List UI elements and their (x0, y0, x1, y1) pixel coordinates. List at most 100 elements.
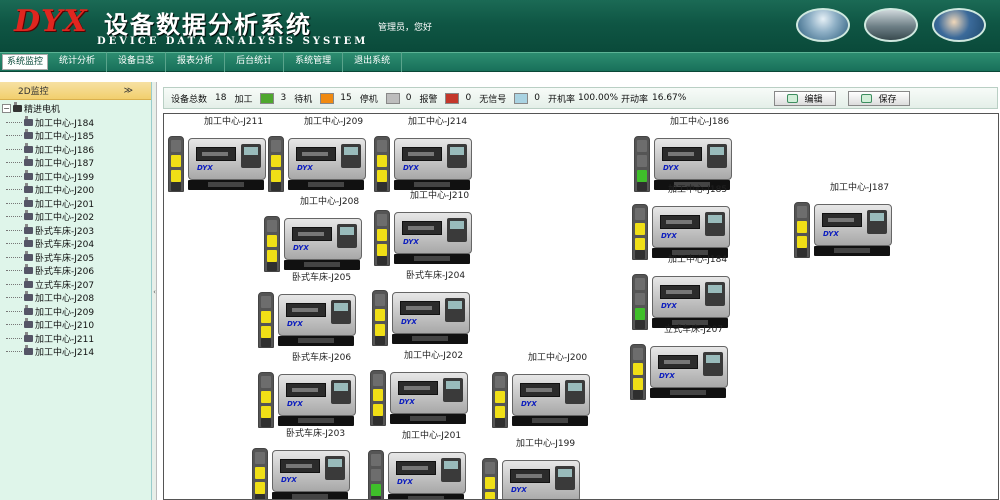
machine-label: 加工中心-J199 (516, 439, 576, 449)
tree-connector (6, 202, 22, 204)
machine-base (512, 416, 588, 426)
tree-toggle-icon[interactable]: − (2, 104, 11, 114)
tree-item[interactable]: 加工中心-J214 (2, 345, 151, 359)
signal-light-icon (264, 216, 280, 272)
sidebar-splitter[interactable]: ‹ (152, 82, 157, 500)
machine-label: 卧式车床-J203 (286, 429, 346, 439)
tree-item[interactable]: 加工中心-J210 (2, 318, 151, 332)
menu-logout[interactable]: 退出系统 (343, 52, 403, 72)
tree-item-label: 加工中心-J202 (35, 213, 95, 224)
sidebar-tab-2d-monitor[interactable]: 2D监控 ≫ (0, 82, 151, 100)
tree-item[interactable]: 加工中心-J208 (2, 291, 151, 305)
tree-root[interactable]: − 精进电机 (2, 102, 151, 116)
tree-item[interactable]: 卧式车床-J206 (2, 264, 151, 278)
tree-root-label: 精进电机 (24, 105, 61, 116)
tree-item-label: 加工中心-J208 (35, 294, 95, 305)
app-title: 设备数据分析系统 (104, 11, 312, 39)
machine-card[interactable]: 卧式车床-J204 DYX (372, 268, 482, 346)
light-segment (637, 170, 647, 182)
machine-card[interactable]: 卧式车床-J205 DYX (258, 270, 368, 348)
machine-body: DYX (284, 218, 362, 260)
standby-swatch (320, 92, 335, 104)
light-segment (485, 492, 495, 499)
light-segment (495, 406, 505, 418)
light-segment (495, 376, 505, 388)
machine-card[interactable]: 加工中心-J187 DYX (794, 180, 904, 258)
tree-item[interactable]: 卧式车床-J205 (2, 250, 151, 265)
tree-item[interactable]: 加工中心-J201 (2, 196, 151, 211)
machine-brand: DYX (511, 486, 527, 494)
edit-button[interactable]: 编辑 (774, 91, 836, 106)
menu-system-monitor[interactable]: 系统监控 (2, 54, 49, 70)
machine-icon (24, 156, 33, 167)
machine-body: DYX (392, 292, 470, 334)
tree-item[interactable]: 卧式车床-J203 (2, 223, 151, 238)
machine-card[interactable]: 加工中心-J201 DYX (368, 428, 478, 499)
menu-device-log[interactable]: 设备日志 (107, 52, 167, 72)
machine-card[interactable]: 加工中心-J208 DYX (264, 194, 374, 272)
machine-brand: DYX (403, 164, 419, 172)
search-icon (787, 94, 799, 103)
machine-card[interactable]: 加工中心-J214 DYX (374, 114, 484, 192)
status-bar: 设备总数 18 加工 3 待机 15 停机 0 报警 0 无信号 0 开机率 1… (163, 87, 998, 109)
machine-body: DYX (652, 206, 730, 248)
light-segment (373, 389, 383, 401)
signal-light-icon (374, 136, 390, 192)
menu-statistics[interactable]: 统计分析 (48, 52, 108, 72)
alarm-swatch (445, 92, 460, 104)
tree-item[interactable]: 加工中心-J185 (2, 129, 151, 143)
tree-item[interactable]: 加工中心-J211 (2, 331, 151, 346)
tree-item[interactable]: 加工中心-J186 (2, 142, 151, 157)
splitter-grip-icon[interactable]: ‹ (152, 287, 157, 297)
edit-button-label: 编辑 (804, 95, 823, 105)
machine-icon (24, 223, 33, 234)
machine-card[interactable]: 立式车床-J207 DYX (630, 322, 740, 400)
machine-card[interactable]: 加工中心-J186 DYX (634, 114, 744, 192)
tree-item[interactable]: 卧式车床-J204 (2, 237, 151, 251)
machine-icon (24, 183, 33, 194)
tree-item[interactable]: 加工中心-J199 (2, 169, 151, 184)
processing-count: 3 (280, 93, 287, 103)
menu-report[interactable]: 报表分析 (166, 52, 226, 72)
machine-icon (24, 115, 33, 126)
machine-card[interactable]: 加工中心-J209 DYX (268, 114, 378, 192)
machine-card[interactable]: 卧式车床-J206 DYX (258, 350, 368, 428)
machine-body: DYX (388, 452, 466, 494)
tree-connector (6, 243, 22, 245)
tree-item[interactable]: 立式车床-J207 (2, 277, 151, 292)
tree-connector (6, 216, 22, 218)
menu-backend-stats[interactable]: 后台统计 (225, 52, 285, 72)
machine-card[interactable]: 加工中心-J199 DYX (482, 436, 592, 499)
menu-system-admin[interactable]: 系统管理 (284, 52, 344, 72)
machine-card[interactable]: 卧式车床-J203 DYX (252, 426, 362, 499)
machine-body: DYX (272, 450, 350, 492)
machine-card[interactable]: 加工中心-J185 DYX (632, 182, 742, 260)
tree-item[interactable]: 加工中心-J209 (2, 304, 151, 319)
machine-label: 加工中心-J202 (404, 351, 464, 361)
standby-count: 15 (340, 93, 352, 103)
light-segment (375, 336, 385, 345)
tree-item[interactable]: 加工中心-J187 (2, 156, 151, 170)
machine-card[interactable]: 加工中心-J200 DYX (492, 350, 602, 428)
tree-item[interactable]: 加工中心-J200 (2, 183, 151, 197)
machine-window (396, 461, 436, 475)
tree-item-label: 卧式车床-J203 (35, 226, 95, 237)
save-button[interactable]: 保存 (848, 91, 910, 106)
total-label: 设备总数 (171, 94, 208, 105)
collapse-icon[interactable]: ≫ (124, 86, 133, 96)
nosignal-count: 0 (534, 93, 540, 103)
power-rate-value: 100.00% (577, 93, 618, 103)
tree-connector (6, 270, 22, 272)
machine-card[interactable]: 加工中心-J184 DYX (632, 252, 742, 330)
tree-item[interactable]: 加工中心-J202 (2, 210, 151, 224)
machine-card[interactable]: 加工中心-J202 DYX (370, 348, 480, 426)
light-segment (371, 454, 381, 466)
signal-light-icon (794, 202, 810, 258)
light-segment (373, 374, 383, 386)
tree-item[interactable]: 加工中心-J184 (2, 115, 151, 130)
machine-card[interactable]: 加工中心-J211 DYX (168, 114, 278, 192)
machine-card[interactable]: 加工中心-J210 DYX (374, 188, 484, 266)
machine-body: DYX (394, 138, 472, 180)
tree-item-label: 加工中心-J199 (35, 172, 95, 183)
machine-base (278, 336, 354, 346)
